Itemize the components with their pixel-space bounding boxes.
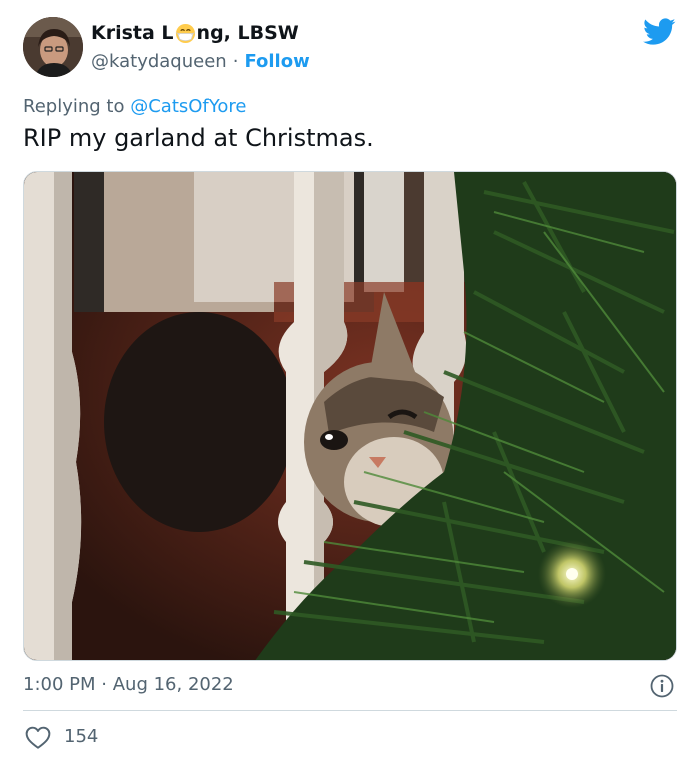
- tweet-time: 1:00 PM: [23, 674, 96, 695]
- face-with-medical-mask-emoji: [175, 23, 195, 43]
- tweet-date: Aug 16, 2022: [112, 674, 234, 695]
- follow-button[interactable]: Follow: [244, 51, 309, 72]
- timestamp-separator: ·: [101, 674, 107, 695]
- author-name-suffix: ng, LBSW: [196, 22, 299, 44]
- replying-to: Replying to @CatsOfYore: [23, 96, 246, 117]
- tweet-text: RIP my garland at Christmas.: [23, 124, 374, 152]
- heart-icon[interactable]: [25, 726, 51, 750]
- replying-label: Replying to: [23, 96, 125, 117]
- author-name-prefix: Krista L: [91, 22, 174, 44]
- avatar[interactable]: [23, 17, 83, 77]
- tweet-photo[interactable]: [23, 171, 677, 661]
- handle-row: @katydaqueen · Follow: [91, 51, 310, 72]
- divider: [23, 710, 677, 711]
- avatar-photo: [23, 17, 83, 77]
- tweet-timestamp[interactable]: 1:00 PM · Aug 16, 2022: [23, 674, 234, 695]
- separator-dot: ·: [232, 51, 239, 72]
- author-handle[interactable]: @katydaqueen: [91, 51, 227, 72]
- cat-under-christmas-tree-photo: [24, 172, 676, 660]
- info-icon[interactable]: [650, 674, 674, 698]
- like-count: 154: [64, 726, 99, 747]
- author-name[interactable]: Krista L ng, LBSW: [91, 22, 299, 44]
- replying-mention[interactable]: @CatsOfYore: [130, 96, 246, 117]
- twitter-bird-icon[interactable]: [643, 18, 676, 46]
